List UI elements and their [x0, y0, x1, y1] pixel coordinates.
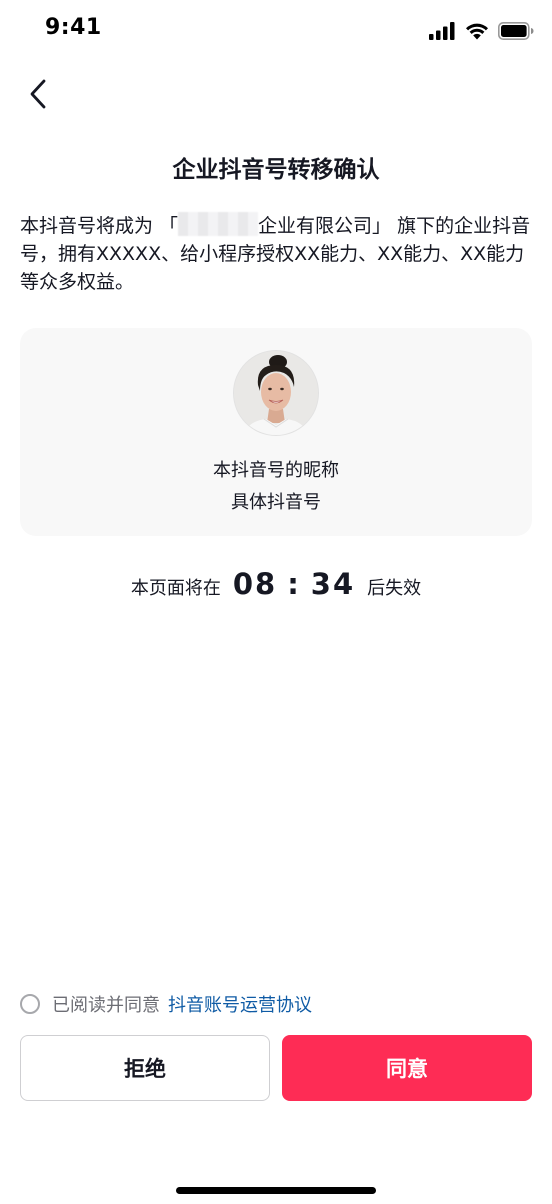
chevron-left-icon: [30, 79, 46, 109]
transfer-description: 本抖音号将成为 「企业有限公司」 旗下的企业抖音号，拥有XXXXX、给小程序授权…: [20, 212, 532, 296]
countdown-minutes: 08: [232, 567, 278, 601]
agreement-text: 已阅读并同意: [52, 995, 160, 1016]
agreement-row: 已阅读并同意 抖音账号运营协议: [20, 991, 312, 1017]
battery-icon: [498, 22, 534, 40]
home-indicator: [176, 1187, 376, 1194]
countdown: 本页面将在 08:34 后失效: [0, 567, 552, 601]
agreement-link[interactable]: 抖音账号运营协议: [168, 991, 312, 1017]
wifi-icon: [466, 23, 488, 40]
status-time: 9:41: [45, 15, 102, 40]
avatar-image: [234, 351, 318, 435]
countdown-separator: :: [287, 567, 301, 601]
countdown-prefix: 本页面将在: [130, 578, 221, 599]
agree-checkbox[interactable]: [20, 994, 40, 1014]
redacted-company-name: [178, 212, 259, 236]
account-nickname: 本抖音号的昵称: [213, 460, 339, 481]
countdown-suffix: 后失效: [367, 578, 422, 599]
countdown-seconds: 34: [310, 567, 356, 601]
accept-button[interactable]: 同意: [282, 1035, 532, 1101]
status-bar: 9:41: [0, 0, 552, 64]
status-icons: [429, 20, 534, 42]
countdown-timer: 08:34: [233, 567, 355, 601]
description-prefix: 本抖音号将成为 「: [20, 215, 179, 237]
account-id: 具体抖音号: [231, 492, 321, 513]
page-title: 企业抖音号转移确认: [172, 157, 380, 183]
reject-button[interactable]: 拒绝: [20, 1035, 270, 1101]
back-button[interactable]: [18, 74, 58, 114]
account-card: 本抖音号的昵称 具体抖音号: [20, 328, 532, 536]
avatar: [234, 351, 318, 435]
signal-icon: [429, 22, 455, 40]
